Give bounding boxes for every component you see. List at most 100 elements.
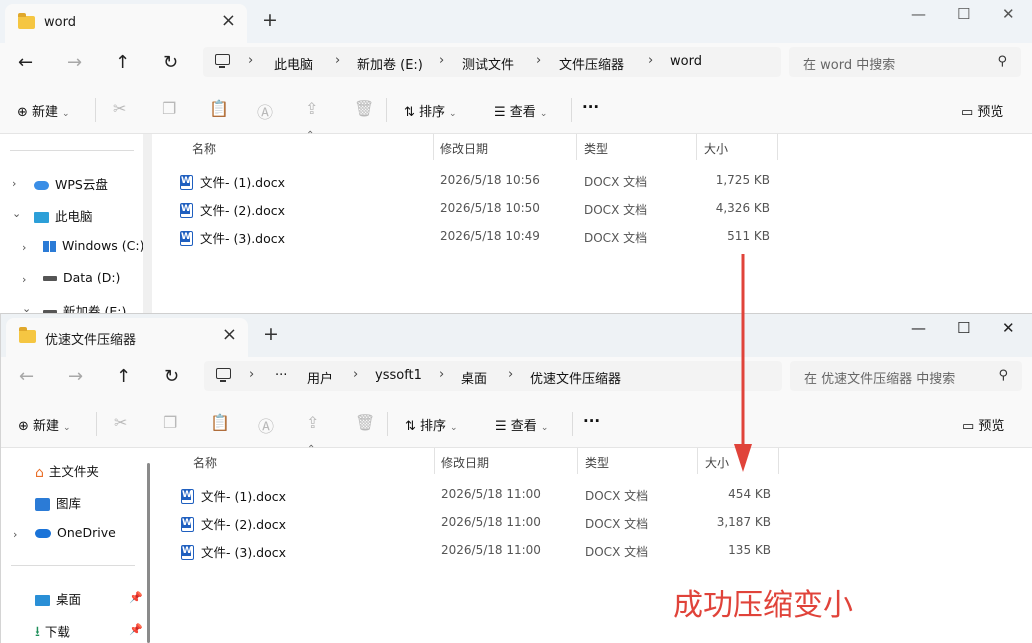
back-icon[interactable]: ←	[18, 52, 33, 73]
file-name-text: 文件- (1).docx	[200, 175, 286, 190]
new-tab-button[interactable]: +	[263, 323, 279, 345]
share-icon[interactable]: ⇪	[305, 99, 318, 118]
chevron-right-icon[interactable]: ›	[22, 273, 26, 286]
search-input[interactable]: 在 优速文件压缩器 中搜索 ⚲	[790, 361, 1022, 391]
sort-button[interactable]: ⇅ 排序 ⌄	[404, 101, 457, 120]
breadcrumb-item[interactable]: 用户	[307, 368, 333, 387]
column-divider[interactable]	[434, 448, 435, 474]
breadcrumb[interactable]: › ··· 用户 › yssoft1 › 桌面 › 优速文件压缩器	[204, 361, 782, 391]
column-header-size[interactable]: 大小	[704, 140, 728, 157]
cut-icon[interactable]: ✂	[113, 99, 126, 118]
breadcrumb-item[interactable]: 桌面	[461, 368, 487, 387]
breadcrumb-item[interactable]: 文件压缩器	[559, 54, 624, 73]
refresh-icon[interactable]: ↻	[164, 366, 179, 387]
view-button[interactable]: ☰ 查看 ⌄	[495, 415, 548, 434]
column-divider[interactable]	[433, 134, 434, 160]
column-divider[interactable]	[576, 134, 577, 160]
copy-icon[interactable]: ❐	[163, 413, 177, 432]
breadcrumb-item[interactable]: 优速文件压缩器	[530, 368, 621, 387]
tab-compressor[interactable]: 优速文件压缩器 ×	[6, 318, 248, 357]
chevron-down-icon[interactable]: ⌄	[12, 207, 21, 220]
file-name[interactable]: 文件- (1).docx	[180, 172, 285, 191]
column-header-date[interactable]: 修改日期	[440, 140, 488, 157]
back-icon[interactable]: ←	[19, 366, 34, 387]
scrollbar-thumb[interactable]	[147, 463, 150, 643]
minimize-icon[interactable]: —	[911, 5, 926, 23]
file-name[interactable]: 文件- (3).docx	[180, 228, 285, 247]
more-options-button[interactable]: ···	[582, 98, 599, 116]
forward-icon[interactable]: →	[67, 52, 82, 73]
search-input[interactable]: 在 word 中搜索 ⚲	[789, 47, 1021, 77]
minimize-icon[interactable]: —	[911, 319, 926, 337]
rename-icon[interactable]: Ⓐ	[258, 413, 274, 437]
share-icon[interactable]: ⇪	[306, 413, 319, 432]
sidebar-item-wps-cloud[interactable]: WPS云盘	[34, 174, 108, 193]
cut-icon[interactable]: ✂	[114, 413, 127, 432]
close-window-icon[interactable]: ✕	[1002, 319, 1015, 337]
view-button[interactable]: ☰ 查看 ⌄	[494, 101, 547, 120]
refresh-icon[interactable]: ↻	[163, 52, 178, 73]
breadcrumb-item[interactable]: 此电脑	[274, 54, 313, 73]
pin-icon[interactable]: 📌	[129, 623, 143, 636]
new-button[interactable]: ⊕ 新建 ⌄	[18, 415, 71, 434]
maximize-icon[interactable]: ☐	[957, 319, 970, 337]
column-divider[interactable]	[778, 448, 779, 474]
column-header-type[interactable]: 类型	[585, 454, 609, 471]
column-divider[interactable]	[777, 134, 778, 160]
copy-icon[interactable]: ❐	[162, 99, 176, 118]
tab-word[interactable]: word ×	[5, 4, 247, 43]
maximize-icon[interactable]: ☐	[957, 5, 970, 23]
column-divider[interactable]	[696, 134, 697, 160]
new-tab-button[interactable]: +	[262, 9, 278, 31]
column-header-date[interactable]: 修改日期	[441, 454, 489, 471]
pin-icon[interactable]: 📌	[129, 591, 143, 604]
file-name[interactable]: 文件- (2).docx	[180, 200, 285, 219]
sidebar-item-drive-c[interactable]: Windows (C:)	[43, 238, 144, 253]
new-button[interactable]: ⊕ 新建 ⌄	[17, 101, 70, 120]
column-divider[interactable]	[697, 448, 698, 474]
breadcrumb-item[interactable]: word	[670, 54, 702, 69]
column-header-name[interactable]: 名称	[193, 454, 217, 471]
sort-button[interactable]: ⇅ 排序 ⌄	[405, 415, 458, 434]
chevron-down-icon: ⌄	[62, 109, 70, 119]
sidebar-item-drive-d[interactable]: Data (D:)	[43, 270, 120, 285]
breadcrumb[interactable]: › 此电脑 › 新加卷 (E:) › 测试文件 › 文件压缩器 › word	[203, 47, 781, 77]
close-tab-icon[interactable]: ×	[222, 324, 237, 345]
forward-icon[interactable]: →	[68, 366, 83, 387]
column-header-size[interactable]: 大小	[705, 454, 729, 471]
breadcrumb-item[interactable]: 新加卷 (E:)	[357, 54, 423, 73]
breadcrumb-item[interactable]: yssoft1	[375, 368, 422, 383]
file-name[interactable]: 文件- (3).docx	[181, 542, 286, 561]
sidebar-item-onedrive[interactable]: OneDrive	[35, 525, 116, 540]
up-icon[interactable]: ↑	[116, 366, 131, 387]
breadcrumb-item[interactable]: 测试文件	[462, 54, 514, 73]
sidebar-item-desktop[interactable]: 桌面	[35, 589, 81, 608]
preview-button[interactable]: ▭ 预览	[962, 415, 1004, 434]
sidebar-item-this-pc[interactable]: 此电脑	[34, 206, 93, 225]
sidebar-item-home[interactable]: ⌂ 主文件夹	[35, 461, 99, 481]
paste-icon[interactable]: 📋	[210, 413, 230, 432]
chevron-right-icon[interactable]: ›	[12, 177, 16, 190]
sidebar-item-downloads[interactable]: ⭳ 下载	[35, 621, 70, 643]
preview-button[interactable]: ▭ 预览	[961, 101, 1003, 120]
sidebar-item-label: OneDrive	[57, 525, 116, 540]
scrollbar[interactable]	[144, 463, 153, 643]
scrollbar[interactable]	[143, 134, 152, 318]
close-window-icon[interactable]: ✕	[1002, 5, 1015, 23]
chevron-right-icon[interactable]: ›	[13, 528, 17, 541]
paste-icon[interactable]: 📋	[209, 99, 229, 118]
delete-icon[interactable]: 🗑	[354, 99, 374, 118]
rename-icon[interactable]: Ⓐ	[257, 99, 273, 123]
breadcrumb-overflow[interactable]: ···	[275, 368, 287, 383]
delete-icon[interactable]: 🗑	[355, 413, 375, 432]
more-options-button[interactable]: ···	[583, 412, 600, 430]
sidebar-item-gallery[interactable]: 图库	[35, 493, 81, 512]
column-header-name[interactable]: 名称	[192, 140, 216, 157]
close-tab-icon[interactable]: ×	[221, 10, 236, 31]
chevron-right-icon[interactable]: ›	[22, 241, 26, 254]
column-header-type[interactable]: 类型	[584, 140, 608, 157]
file-name[interactable]: 文件- (1).docx	[181, 486, 286, 505]
file-name[interactable]: 文件- (2).docx	[181, 514, 286, 533]
column-divider[interactable]	[577, 448, 578, 474]
up-icon[interactable]: ↑	[115, 52, 130, 73]
